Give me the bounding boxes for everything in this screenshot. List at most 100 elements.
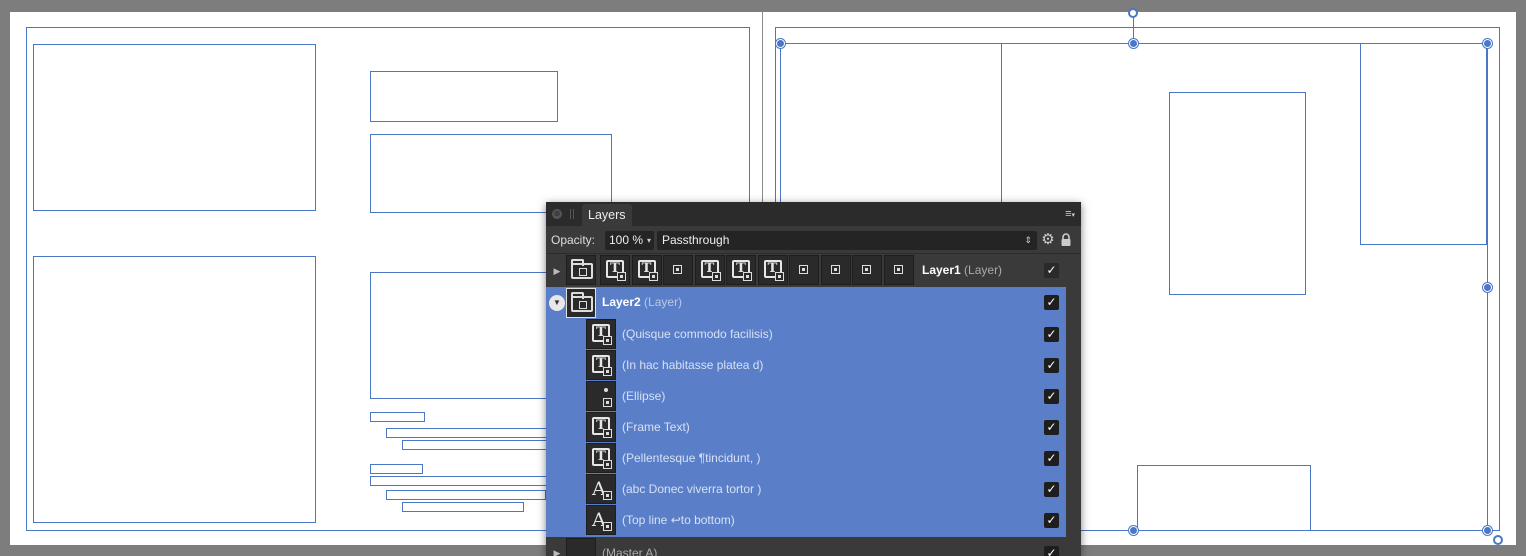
transform-origin-handle[interactable] [1493,535,1503,545]
picture-frame[interactable] [33,256,316,523]
text-frame-thumbnail: T [586,443,616,473]
resize-handle-nw[interactable] [776,39,785,48]
collapse-arrow-icon[interactable]: ▼ [549,295,565,311]
empty-thumbnail [820,255,851,285]
layer-options-bar: Opacity: 100 % ▾ Passthrough ⇕ ⚙ [546,226,1081,254]
visibility-checkbox[interactable]: ✓ [1044,513,1059,528]
layer-child-row[interactable]: T (Quisque commodo facilisis) ✓ [546,318,1066,349]
layer-type: (Layer) [964,263,1003,277]
resize-handle-ne[interactable] [1483,39,1492,48]
layer-row-layer2[interactable]: ▼ Layer2 (Layer) ✓ [546,287,1066,318]
blend-mode-value: Passthrough [662,233,730,247]
text-line-frame[interactable] [402,502,524,512]
tab-layers[interactable]: Layers [582,204,632,226]
panel-tab-bar: ⊗ Layers ≡▾ [546,202,1081,226]
rotation-handle[interactable] [1128,8,1138,18]
layer-row-master-a[interactable]: ▶ (Master A) ✓ [546,537,1066,556]
layer-child-row[interactable]: A (Top line ↩to bottom) ✓ [546,504,1066,535]
visibility-checkbox[interactable]: ✓ [1044,420,1059,435]
folder-icon [571,292,593,312]
frame-badge-icon [603,522,612,531]
opacity-field[interactable]: 100 % ▾ [605,231,654,250]
empty-thumbnail [663,255,693,285]
layers-panel: ⊗ Layers ≡▾ Opacity: 100 % ▾ Passthrough… [546,202,1081,556]
text-frame-thumbnail: T [586,350,616,380]
resize-handle-se[interactable] [1483,526,1492,535]
frame-badge-icon [603,491,612,500]
frame-badge-icon [673,265,682,274]
layer-child-name: (Pellentesque ¶tincidunt, ) [622,451,761,465]
text-line-frame[interactable] [370,412,425,422]
frame-badge-icon [617,272,626,281]
folder-icon [571,259,593,279]
frame-badge-icon [603,336,612,345]
picture-frame[interactable] [1137,465,1311,531]
layer-child-row[interactable]: A (abc Donec viverra tortor ) ✓ [546,473,1066,504]
layer-child-row[interactable]: (Ellipse) ✓ [546,380,1066,411]
frame-badge-icon [603,460,612,469]
text-line-frame[interactable] [386,428,566,438]
text-frame[interactable] [370,71,558,122]
text-line-frame[interactable] [386,490,546,500]
text-frame-thumbnail: T [757,255,788,285]
layer-child-name: (In hac habitasse platea d) [622,358,764,372]
picture-frame[interactable] [780,43,1002,203]
picture-frame[interactable] [1169,92,1306,295]
artistic-text-thumbnail: A [586,505,616,535]
empty-thumbnail [852,255,882,285]
visibility-checkbox[interactable]: ✓ [1044,327,1059,342]
resize-handle-e[interactable] [1483,283,1492,292]
close-panel-icon[interactable]: ⊗ [552,209,562,219]
layer-child-name: (Top line ↩to bottom) [622,513,735,527]
visibility-checkbox[interactable]: ✓ [1044,295,1059,310]
layer-child-name: (abc Donec viverra tortor ) [622,482,762,496]
text-frame-thumbnail: T [586,319,616,349]
frame-badge-icon [603,398,612,407]
layer-child-row[interactable]: T (Frame Text) ✓ [546,411,1066,442]
expand-arrow-icon[interactable]: ▶ [551,265,563,277]
frame-badge-icon [711,272,721,281]
resize-handle-n[interactable] [1129,39,1138,48]
resize-handle-s[interactable] [1129,526,1138,535]
text-frame-thumbnail: T [586,412,616,442]
layer-child-name: (Ellipse) [622,389,666,403]
gear-icon[interactable]: ⚙ [1040,232,1056,248]
picture-frame[interactable] [1360,43,1487,245]
frame-badge-icon [603,367,612,376]
visibility-checkbox[interactable]: ✓ [1044,451,1059,466]
layer-group-layer2: ▼ Layer2 (Layer) ✓ T (Quisque commodo fac… [546,287,1066,537]
lock-icon[interactable] [1059,232,1073,248]
visibility-checkbox[interactable]: ✓ [1044,389,1059,404]
blend-mode-select[interactable]: Passthrough ⇕ [657,231,1037,250]
drag-grip-icon[interactable] [570,209,574,219]
layer-child-row[interactable]: T (In hac habitasse platea d) ✓ [546,349,1066,380]
layer-child-row[interactable]: T (Pellentesque ¶tincidunt, ) ✓ [546,442,1066,473]
text-frame-thumbnail: T [631,255,662,285]
ellipse-thumbnail [586,381,616,411]
layer-thumbnail [566,288,596,318]
visibility-checkbox[interactable]: ✓ [1044,546,1059,556]
layer-thumbnail [566,255,596,285]
layer-label: Layer2 (Layer) [602,295,682,309]
panel-scrollbar[interactable] [1066,254,1081,556]
text-line-frame[interactable] [370,464,423,474]
layer-child-name: (Frame Text) [622,420,690,434]
panel-menu-icon[interactable]: ≡▾ [1065,208,1075,220]
empty-thumbnail [789,255,819,285]
picture-frame[interactable] [33,44,316,211]
expand-arrow-icon[interactable]: ▶ [551,547,563,556]
text-line-frame[interactable] [370,476,550,486]
frame-badge-icon [893,265,903,274]
text-frame-thumbnail: T [600,255,630,285]
layer-type: (Layer) [644,295,683,309]
frame-badge-icon [830,265,840,274]
frame-badge-icon [603,429,612,438]
layer-row-layer1[interactable]: ▶ TTTTT Layer1 (Layer) ✓ [546,254,1066,287]
layer-label: Layer1 (Layer) [922,263,1002,277]
visibility-checkbox[interactable]: ✓ [1044,263,1059,278]
text-line-frame[interactable] [402,440,552,450]
master-thumbnail [566,538,596,556]
visibility-checkbox[interactable]: ✓ [1044,482,1059,497]
layer-name: (Master A) [602,546,658,556]
visibility-checkbox[interactable]: ✓ [1044,358,1059,373]
